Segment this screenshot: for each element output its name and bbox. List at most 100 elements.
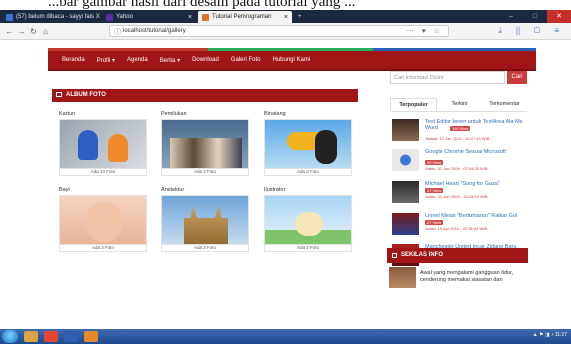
mail-icon (6, 13, 13, 21)
tray-icons[interactable]: ▲ ⚑ ◨ ♪ (533, 332, 555, 338)
people-photo (170, 138, 242, 168)
maximize-button[interactable]: □ (523, 10, 547, 23)
site-navbar: Beranda Profil ▾ Agenda Berita ▾ Downloa… (48, 48, 536, 71)
search-button[interactable]: Cari (507, 71, 527, 84)
album-card[interactable]: Kartun Ada 10 Foto (59, 111, 147, 176)
system-tray[interactable]: ▲ ⚑ ◨ ♪ 11:27 (533, 332, 567, 338)
windows-taskbar: ▲ ⚑ ◨ ♪ 11:27 (0, 329, 571, 344)
close-tab-icon[interactable]: × (280, 14, 288, 21)
popular-item[interactable]: Google Chrome Sesuai Microsoft 40 View S… (390, 149, 527, 176)
menu-item-hubungi[interactable]: Hubungi Kami (272, 57, 310, 64)
popular-date: Selasa, 12 Jan 2013 - 10:27:43 WIB (425, 136, 490, 141)
tutorial-favicon-icon (202, 13, 209, 21)
browser-tab-yahoo[interactable]: Yahoo × (102, 11, 196, 23)
popular-item[interactable]: Lionel Messi "Bertumaran" Raikar Gol 27 … (390, 213, 527, 240)
tab-label: Tutorial Pemrograman (212, 14, 272, 20)
album-card[interactable]: Binatang Ada 3 Foto (264, 111, 352, 176)
popular-date: Sabtu, 31 Jan 2009 - 07:04:25 WIB (425, 166, 488, 171)
popular-thumbnail (392, 119, 419, 141)
home-icon[interactable]: ⌂ (40, 26, 51, 37)
close-tab-icon[interactable]: × (184, 14, 192, 21)
word-icon[interactable] (64, 331, 78, 342)
clock: 11:27 (554, 332, 567, 338)
address-bar[interactable]: ⓘ localhost/tutorial/gallery ⋯ ♥ ☆ (109, 25, 449, 37)
image-icon (56, 91, 62, 97)
album-card[interactable]: Ilustrator Ada 3 Foto (264, 187, 352, 252)
menu-item-download[interactable]: Download (192, 57, 219, 64)
url-text: localhost/tutorial/gallery (123, 28, 186, 34)
tab-terpopuler[interactable]: Terpopuler (390, 98, 437, 111)
info-icon (392, 253, 397, 258)
cartoon-figure (108, 134, 128, 162)
popular-title[interactable]: Michael Heart "Song for Gaza" (425, 181, 525, 187)
reload-icon[interactable]: ↻ (28, 26, 39, 37)
toolbar-icons[interactable]: ⤓ ⫼ ▢ ≡ (498, 26, 565, 36)
tab-label: (57) belum dibaca - sayyi fais X (16, 14, 100, 20)
popular-date: Sabtu, 10 Apr 2010 - 22:36:33 WIB (425, 226, 488, 231)
info-icon[interactable]: ⓘ (114, 27, 121, 37)
menu-item-agenda[interactable]: Agenda (127, 57, 148, 64)
album-thumbnail[interactable] (59, 119, 147, 169)
back-icon[interactable]: ← (4, 26, 15, 37)
popular-item[interactable]: Michael Heart "Song for Gaza" 27 View Sa… (390, 181, 527, 208)
browser-tab-active[interactable]: Tutorial Pemrograman × (198, 11, 292, 23)
illustration-figure (295, 212, 323, 236)
album-thumbnail[interactable] (264, 119, 352, 169)
info-header-title: SEKILAS INFO (401, 252, 444, 258)
views-badge: 160 View (450, 126, 471, 131)
popular-item[interactable]: Text Editor keren untuk TextArea Ala Ms … (390, 119, 527, 146)
accent-stripe (208, 48, 373, 51)
caption-text: ...bar gambar hasil dari desain pada tut… (48, 0, 356, 10)
popular-title[interactable]: Google Chrome Sesuai Microsoft (425, 149, 525, 155)
album-thumbnail[interactable] (161, 195, 249, 245)
popular-thumbnail (392, 181, 419, 203)
album-card[interactable]: Bayi Ada 2 Foto (59, 187, 147, 252)
menu-item-beranda[interactable]: Beranda (62, 57, 85, 64)
new-tab-button[interactable]: + (294, 11, 306, 23)
chrome-thumbnail (392, 149, 419, 171)
album-thumbnail[interactable] (59, 195, 147, 245)
browser-tab-mail[interactable]: (57) belum dibaca - sayyi fais X (2, 11, 100, 23)
popular-thumbnail (392, 213, 419, 235)
menu-item-profil[interactable]: Profil ▾ (97, 57, 115, 64)
close-window-button[interactable]: ✕ (547, 10, 571, 23)
album-header-title: ALBUM FOTO (66, 92, 106, 98)
search-input[interactable]: Cari Informasi Disini (390, 71, 505, 84)
album-card[interactable]: Pemilukan Ada 2 Foto (161, 111, 249, 176)
tab-terkomentar[interactable]: Terkomentar (482, 98, 527, 111)
album-count: Ada 3 Foto (264, 245, 352, 252)
album-count: Ada 2 Foto (161, 169, 249, 176)
app-icon[interactable] (84, 331, 98, 342)
album-title: Kartun (59, 111, 76, 117)
building-shape (184, 206, 228, 244)
menu-item-galeri[interactable]: Galeri Foto (231, 57, 261, 64)
info-section-header: SEKILAS INFO (387, 248, 528, 263)
document-caption: ...bar gambar hasil dari desain pada tut… (0, 0, 571, 10)
firefox-icon[interactable] (44, 331, 58, 342)
folder-icon[interactable] (24, 331, 38, 342)
album-title: Pemilukan (161, 111, 187, 117)
info-thumbnail (389, 267, 416, 288)
album-count: Ada 3 Foto (161, 245, 249, 252)
popular-date: Sabtu, 31 Jan 2009 - 14:25:40 WIB (425, 194, 488, 199)
info-text: Awal yang mengalami gangguan tidur, cend… (420, 270, 514, 283)
album-thumbnail[interactable] (264, 195, 352, 245)
popular-title[interactable]: Lionel Messi "Bertumaran" Raikar Gol (425, 213, 525, 219)
views-badge: 40 View (425, 160, 444, 165)
start-button[interactable] (2, 330, 18, 343)
browser-navigation-bar: ← → ↻ ⌂ ⓘ localhost/tutorial/gallery ⋯ ♥… (0, 23, 571, 40)
album-thumbnail[interactable] (161, 119, 249, 169)
views-badge: 27 View (425, 188, 444, 193)
browser-tab-bar: (57) belum dibaca - sayyi fais X Yahoo ×… (0, 10, 571, 23)
album-title: Ilustrator (264, 187, 286, 193)
album-card[interactable]: Arsitektur Ada 3 Foto (161, 187, 249, 252)
yahoo-icon (106, 13, 113, 21)
page-actions[interactable]: ⋯ ♥ ☆ (407, 27, 443, 35)
popular-title[interactable]: Text Editor keren untuk TextArea Ala Ms … (425, 119, 525, 131)
minimize-button[interactable]: – (499, 10, 523, 23)
tab-terkini[interactable]: Terkini (437, 98, 482, 111)
toucan-body (315, 130, 337, 164)
menu-item-berita[interactable]: Berita ▾ (160, 57, 180, 64)
sidebar-tabs: Terpopuler Terkini Terkomentar (390, 98, 527, 112)
forward-icon[interactable]: → (16, 26, 27, 37)
